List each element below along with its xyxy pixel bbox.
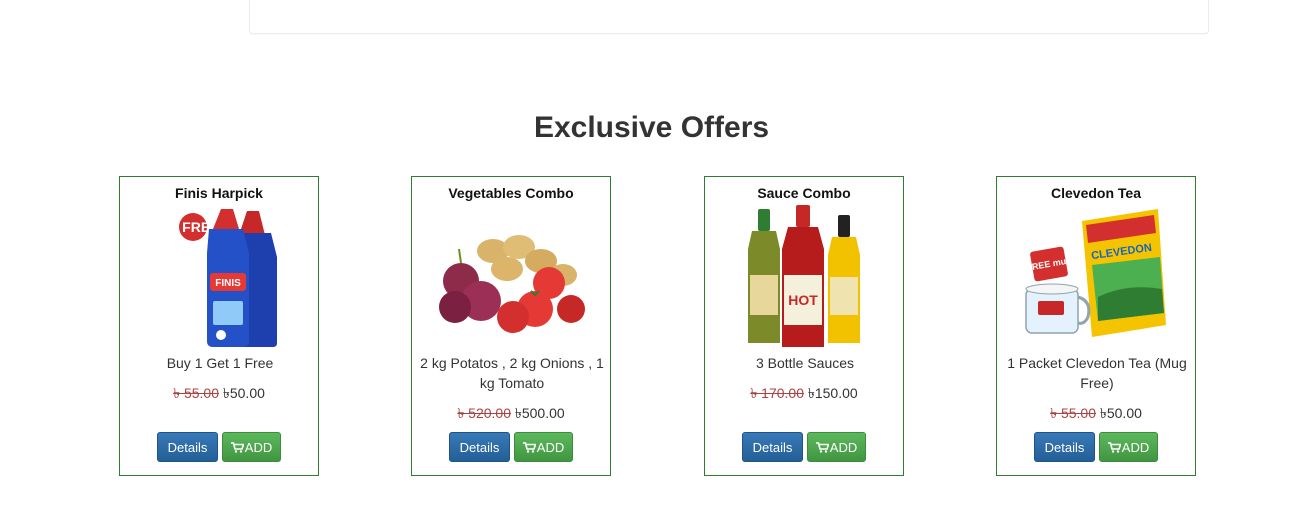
old-price: ৳ 520.00 <box>457 405 511 421</box>
product-description: 3 Bottle Sauces <box>755 355 855 371</box>
top-panel <box>249 0 1209 34</box>
product-image[interactable] <box>437 205 585 349</box>
price-line: ৳ 520.00 ৳500.00 <box>412 403 610 423</box>
cart-icon <box>1107 441 1121 453</box>
product-title: Finis Harpick <box>175 185 263 201</box>
cart-icon <box>230 441 244 453</box>
product-description: 1 Packet Clevedon Tea (Mug Free) <box>1007 355 1187 391</box>
add-label: ADD <box>536 439 565 455</box>
product-card-clevedon-tea: Clevedon Tea CLEVEDON FREE mug 1 Packet … <box>996 176 1196 476</box>
section-title: Exclusive Offers <box>533 111 770 144</box>
details-button[interactable]: Details <box>1034 432 1095 462</box>
product-card-sauce-combo: Sauce Combo HOT 3 Bottle Sauces ৳ 170.00… <box>704 176 904 476</box>
details-button[interactable]: Details <box>449 432 510 462</box>
product-description: Buy 1 Get 1 Free <box>166 355 274 371</box>
details-button[interactable]: Details <box>157 432 218 462</box>
add-to-cart-button[interactable]: ADD <box>807 432 866 462</box>
product-title: Clevedon Tea <box>1051 185 1141 201</box>
product-image[interactable]: CLEVEDON FREE mug <box>1022 205 1170 349</box>
add-to-cart-button[interactable]: ADD <box>1099 432 1158 462</box>
product-brand-text: HOT <box>788 292 818 308</box>
price-line: ৳ 55.00 ৳50.00 <box>997 403 1195 423</box>
new-price: ৳150.00 <box>807 385 858 401</box>
product-card-finis-harpick: Finis Harpick 1 FREE FINIS Buy 1 Get 1 F… <box>119 176 319 476</box>
product-card-vegetables-combo: Vegetables Combo 2 kg Potatos , 2 kg Oni… <box>411 176 611 476</box>
new-price: ৳500.00 <box>514 405 565 421</box>
old-price: ৳ 170.00 <box>750 385 804 401</box>
product-brand-text: FINIS <box>215 278 241 289</box>
add-label: ADD <box>244 439 273 455</box>
new-price: ৳50.00 <box>1099 405 1142 421</box>
button-row: Details ADD <box>997 432 1195 462</box>
product-image[interactable]: 1 FREE FINIS <box>145 205 293 349</box>
price-line: ৳ 55.00 ৳50.00 <box>120 383 318 403</box>
add-label: ADD <box>829 439 858 455</box>
cart-icon <box>815 441 829 453</box>
button-row: Details ADD <box>120 432 318 462</box>
new-price: ৳50.00 <box>222 385 265 401</box>
cart-icon <box>522 441 536 453</box>
add-label: ADD <box>1121 439 1150 455</box>
add-to-cart-button[interactable]: ADD <box>222 432 281 462</box>
old-price: ৳ 55.00 <box>1050 405 1096 421</box>
price-line: ৳ 170.00 ৳150.00 <box>705 383 903 403</box>
product-title: Sauce Combo <box>757 185 851 201</box>
old-price: ৳ 55.00 <box>173 385 219 401</box>
add-to-cart-button[interactable]: ADD <box>514 432 573 462</box>
button-row: Details ADD <box>705 432 903 462</box>
product-image[interactable]: HOT <box>730 205 878 349</box>
button-row: Details ADD <box>412 432 610 462</box>
product-title: Vegetables Combo <box>448 185 574 201</box>
product-description: 2 kg Potatos , 2 kg Onions , 1 kg Tomato <box>420 355 604 391</box>
details-button[interactable]: Details <box>742 432 803 462</box>
